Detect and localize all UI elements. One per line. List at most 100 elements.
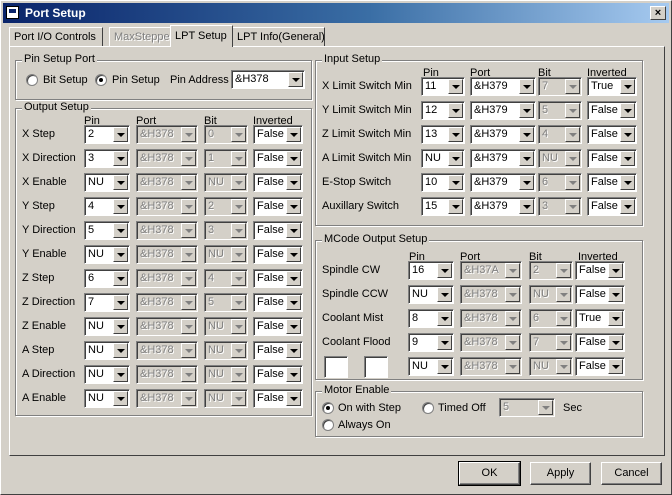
output-z-enable-inverted-select[interactable]: False bbox=[253, 317, 303, 336]
timed-off-select[interactable]: 5 bbox=[499, 398, 555, 417]
always-on-radio[interactable] bbox=[322, 419, 334, 431]
tab-lpt-info-general[interactable]: LPT Info(General) bbox=[232, 27, 325, 46]
output-z-direction-port-select[interactable]: &H378 bbox=[136, 293, 198, 312]
cancel-button[interactable]: Cancel bbox=[601, 462, 662, 485]
output-a-step-port-select[interactable]: &H378 bbox=[136, 341, 198, 360]
output-x-direction-inverted-select[interactable]: False bbox=[253, 149, 303, 168]
input-x-limit-switch-min-inverted-select[interactable]: True bbox=[587, 77, 637, 96]
tab-maxstepper[interactable]: MaxStepper bbox=[109, 27, 173, 46]
mcode-extra-4-pin-select[interactable]: NU bbox=[408, 357, 454, 376]
output-z-step-pin-select[interactable]: 6 bbox=[84, 269, 130, 288]
input-auxillary-switch-inverted-select[interactable]: False bbox=[587, 197, 637, 216]
input-z-limit-switch-min-inverted-select[interactable]: False bbox=[587, 125, 637, 144]
output-x-step-bit-select[interactable]: 0 bbox=[204, 125, 248, 144]
output-y-step-inverted-select[interactable]: False bbox=[253, 197, 303, 216]
input-x-limit-switch-min-port-select[interactable]: &H379 bbox=[470, 77, 536, 96]
output-x-step-port-select[interactable]: &H378 bbox=[136, 125, 198, 144]
mcode-spindle-ccw-port-select[interactable]: &H378 bbox=[460, 285, 522, 304]
mcode-coolant-flood-bit-select[interactable]: 7 bbox=[529, 333, 573, 352]
output-x-step-pin-select[interactable]: 2 bbox=[84, 125, 130, 144]
mcode-blank-field-1[interactable] bbox=[324, 356, 348, 378]
mcode-spindle-cw-pin-select[interactable]: 16 bbox=[408, 261, 454, 280]
output-y-direction-port-select[interactable]: &H378 bbox=[136, 221, 198, 240]
output-a-step-inverted-select[interactable]: False bbox=[253, 341, 303, 360]
output-z-enable-bit-select[interactable]: NU bbox=[204, 317, 248, 336]
input-z-limit-switch-min-port-select[interactable]: &H379 bbox=[470, 125, 536, 144]
output-y-enable-inverted-select[interactable]: False bbox=[253, 245, 303, 264]
mcode-blank-field-2[interactable] bbox=[364, 356, 388, 378]
input-x-limit-switch-min-pin-select[interactable]: 11 bbox=[421, 77, 465, 96]
output-a-direction-pin-select[interactable]: NU bbox=[84, 365, 130, 384]
input-auxillary-switch-bit-select[interactable]: 3 bbox=[538, 197, 582, 216]
mcode-spindle-ccw-inverted-select[interactable]: False bbox=[575, 285, 625, 304]
tab-port-i-o-controls[interactable]: Port I/O Controls bbox=[9, 27, 103, 46]
tab-lpt-setup[interactable]: LPT Setup bbox=[170, 25, 233, 47]
mcode-coolant-mist-pin-select[interactable]: 8 bbox=[408, 309, 454, 328]
ok-button[interactable]: OK bbox=[458, 461, 521, 486]
output-a-enable-port-select[interactable]: &H378 bbox=[136, 389, 198, 408]
pin-setup-radio[interactable] bbox=[95, 74, 107, 86]
input-y-limit-switch-min-bit-select[interactable]: 5 bbox=[538, 101, 582, 120]
mcode-extra-4-port-select[interactable]: &H378 bbox=[460, 357, 522, 376]
output-y-step-bit-select[interactable]: 2 bbox=[204, 197, 248, 216]
output-y-step-port-select[interactable]: &H378 bbox=[136, 197, 198, 216]
output-z-enable-pin-select[interactable]: NU bbox=[84, 317, 130, 336]
bit-setup-radio[interactable] bbox=[26, 74, 38, 86]
input-e-stop-switch-inverted-select[interactable]: False bbox=[587, 173, 637, 192]
output-y-direction-bit-select[interactable]: 3 bbox=[204, 221, 248, 240]
output-x-direction-pin-select[interactable]: 3 bbox=[84, 149, 130, 168]
output-x-enable-inverted-select[interactable]: False bbox=[253, 173, 303, 192]
output-z-enable-port-select[interactable]: &H378 bbox=[136, 317, 198, 336]
mcode-spindle-cw-port-select[interactable]: &H37A bbox=[460, 261, 522, 280]
on-with-step-radio[interactable] bbox=[322, 402, 334, 414]
input-auxillary-switch-port-select[interactable]: &H379 bbox=[470, 197, 536, 216]
output-a-step-pin-select[interactable]: NU bbox=[84, 341, 130, 360]
output-z-step-inverted-select[interactable]: False bbox=[253, 269, 303, 288]
input-auxillary-switch-pin-select[interactable]: 15 bbox=[421, 197, 465, 216]
output-z-direction-pin-select[interactable]: 7 bbox=[84, 293, 130, 312]
output-y-step-pin-select[interactable]: 4 bbox=[84, 197, 130, 216]
output-a-enable-inverted-select[interactable]: False bbox=[253, 389, 303, 408]
mcode-coolant-flood-pin-select[interactable]: 9 bbox=[408, 333, 454, 352]
output-z-step-port-select[interactable]: &H378 bbox=[136, 269, 198, 288]
mcode-spindle-ccw-bit-select[interactable]: NU bbox=[529, 285, 573, 304]
mcode-spindle-ccw-pin-select[interactable]: NU bbox=[408, 285, 454, 304]
output-x-direction-bit-select[interactable]: 1 bbox=[204, 149, 248, 168]
pin-address-select[interactable]: &H378 bbox=[231, 70, 305, 89]
output-a-enable-pin-select[interactable]: NU bbox=[84, 389, 130, 408]
mcode-coolant-mist-port-select[interactable]: &H378 bbox=[460, 309, 522, 328]
input-x-limit-switch-min-bit-select[interactable]: 7 bbox=[538, 77, 582, 96]
mcode-coolant-flood-port-select[interactable]: &H378 bbox=[460, 333, 522, 352]
output-a-direction-inverted-select[interactable]: False bbox=[253, 365, 303, 384]
input-e-stop-switch-pin-select[interactable]: 10 bbox=[421, 173, 465, 192]
timed-off-radio[interactable] bbox=[422, 402, 434, 414]
input-y-limit-switch-min-inverted-select[interactable]: False bbox=[587, 101, 637, 120]
output-z-step-bit-select[interactable]: 4 bbox=[204, 269, 248, 288]
mcode-coolant-flood-inverted-select[interactable]: False bbox=[575, 333, 625, 352]
output-y-direction-pin-select[interactable]: 5 bbox=[84, 221, 130, 240]
mcode-spindle-cw-inverted-select[interactable]: False bbox=[575, 261, 625, 280]
input-e-stop-switch-bit-select[interactable]: 6 bbox=[538, 173, 582, 192]
output-y-enable-pin-select[interactable]: NU bbox=[84, 245, 130, 264]
input-a-limit-switch-min-port-select[interactable]: &H379 bbox=[470, 149, 536, 168]
output-x-direction-port-select[interactable]: &H378 bbox=[136, 149, 198, 168]
output-z-direction-inverted-select[interactable]: False bbox=[253, 293, 303, 312]
input-a-limit-switch-min-inverted-select[interactable]: False bbox=[587, 149, 637, 168]
output-a-step-bit-select[interactable]: NU bbox=[204, 341, 248, 360]
output-x-enable-pin-select[interactable]: NU bbox=[84, 173, 130, 192]
apply-button[interactable]: Apply bbox=[530, 462, 591, 485]
mcode-coolant-mist-bit-select[interactable]: 6 bbox=[529, 309, 573, 328]
output-y-enable-port-select[interactable]: &H378 bbox=[136, 245, 198, 264]
output-a-direction-port-select[interactable]: &H378 bbox=[136, 365, 198, 384]
input-y-limit-switch-min-pin-select[interactable]: 12 bbox=[421, 101, 465, 120]
mcode-spindle-cw-bit-select[interactable]: 2 bbox=[529, 261, 573, 280]
input-a-limit-switch-min-bit-select[interactable]: NU bbox=[538, 149, 582, 168]
close-button[interactable]: × bbox=[650, 6, 666, 20]
output-z-direction-bit-select[interactable]: 5 bbox=[204, 293, 248, 312]
title-bar[interactable]: Port Setup × bbox=[3, 3, 669, 23]
output-x-enable-bit-select[interactable]: NU bbox=[204, 173, 248, 192]
mcode-extra-4-inverted-select[interactable]: False bbox=[575, 357, 625, 376]
mcode-extra-4-bit-select[interactable]: NU bbox=[529, 357, 573, 376]
mcode-coolant-mist-inverted-select[interactable]: True bbox=[575, 309, 625, 328]
output-y-enable-bit-select[interactable]: NU bbox=[204, 245, 248, 264]
